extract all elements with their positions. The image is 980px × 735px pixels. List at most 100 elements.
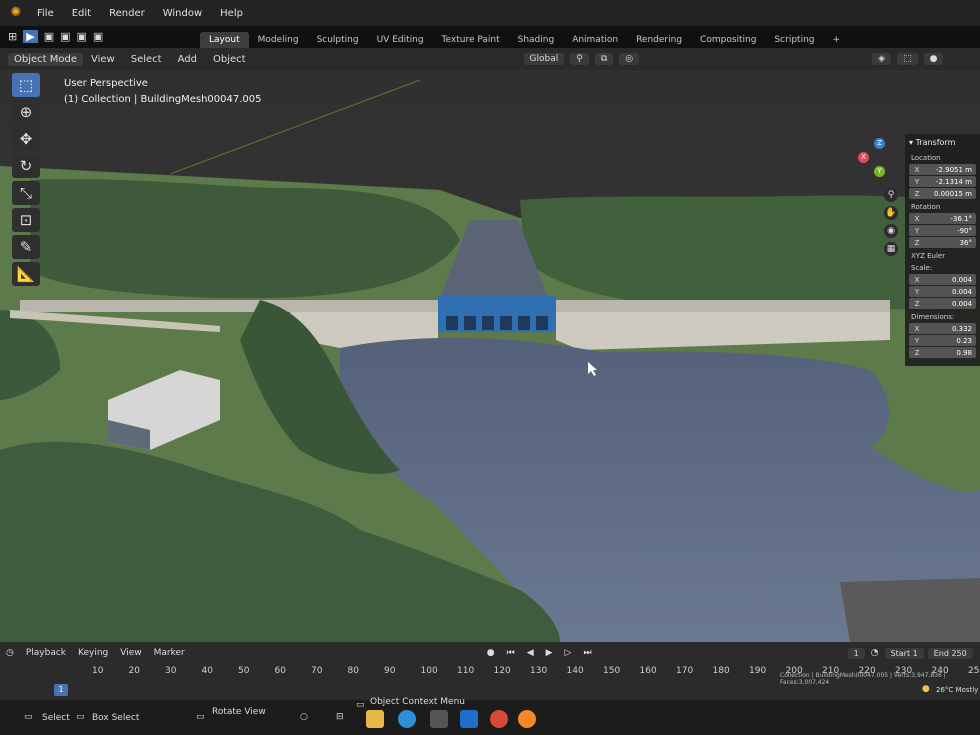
- editor-type-icons: ⊞ ▶ ▣ ▣ ▣ ▣: [8, 30, 103, 43]
- menu-window[interactable]: Window: [154, 8, 211, 19]
- menu-help[interactable]: Help: [211, 8, 252, 19]
- next-keyframe-icon[interactable]: ▷: [559, 648, 578, 658]
- zoom-icon[interactable]: ⚲: [884, 188, 898, 202]
- grid-icon[interactable]: ▦: [884, 242, 898, 256]
- timeline-tick-label: 100: [420, 666, 438, 676]
- measure-icon[interactable]: 📐: [12, 262, 40, 286]
- status-box-select: Box Select: [92, 713, 140, 723]
- gizmo-x-icon[interactable]: X: [858, 152, 869, 163]
- box-select-icon[interactable]: ▣: [44, 30, 54, 43]
- store-icon[interactable]: [430, 710, 448, 728]
- status-context-menu: Object Context Menu: [370, 697, 466, 707]
- scale-x-field[interactable]: X 0.004: [909, 274, 976, 285]
- pan-hand-icon[interactable]: ✋: [884, 206, 898, 220]
- gizmo-z-icon[interactable]: Z: [874, 138, 885, 149]
- rotation-z-field[interactable]: Z 36°: [909, 237, 976, 248]
- scale-icon[interactable]: ⤡: [12, 181, 40, 205]
- prev-keyframe-icon[interactable]: ◀: [521, 648, 540, 658]
- orientation-select[interactable]: Global: [523, 53, 565, 65]
- proportional-icon[interactable]: ◎: [619, 53, 640, 65]
- transform-icon[interactable]: ⊡: [12, 208, 40, 232]
- timeline-tick-label: 150: [603, 666, 621, 676]
- menu-file[interactable]: File: [28, 8, 63, 19]
- annotate-icon[interactable]: ✎: [12, 235, 40, 259]
- task-view-icon[interactable]: ○: [300, 712, 308, 722]
- timeline-menu-marker[interactable]: Marker: [148, 648, 191, 658]
- chrome-icon[interactable]: [490, 710, 508, 728]
- tab-animation[interactable]: Animation: [563, 32, 627, 48]
- location-z-field[interactable]: Z 0.00015 m: [909, 188, 976, 199]
- play-icon[interactable]: ▶: [540, 648, 559, 658]
- header-menu-select[interactable]: Select: [123, 54, 170, 65]
- viewport-gizmo-icon[interactable]: ◈: [872, 53, 892, 65]
- dimensions-x-field[interactable]: X 0.332: [909, 323, 976, 334]
- overlay-icon[interactable]: ⬚: [897, 53, 918, 65]
- mode-select[interactable]: Object Mode: [8, 52, 83, 66]
- timeline-editor-type-icon[interactable]: ◷: [0, 648, 20, 658]
- top-menu-bar: ✺ File Edit Render Window Help: [0, 0, 980, 26]
- header-menu-view[interactable]: View: [83, 54, 123, 65]
- editor-type-icon[interactable]: ⊞: [8, 30, 17, 43]
- camera-icon[interactable]: ◉: [884, 224, 898, 238]
- start-frame-field[interactable]: Start 1: [884, 647, 924, 659]
- current-frame-field[interactable]: 1: [847, 647, 865, 659]
- mail-icon[interactable]: [460, 710, 478, 728]
- record-icon[interactable]: ●: [481, 648, 501, 658]
- dimensions-y-field[interactable]: Y 0.23: [909, 335, 976, 346]
- timeline-playhead[interactable]: 1: [54, 684, 68, 696]
- navigation-gizmo[interactable]: Z X Y: [858, 138, 898, 178]
- tab-uv-editing[interactable]: UV Editing: [368, 32, 433, 48]
- pivot-icon[interactable]: ⚲: [570, 53, 589, 65]
- menu-edit[interactable]: Edit: [63, 8, 100, 19]
- rotation-label: Rotation: [911, 203, 941, 211]
- timeline-menu-view[interactable]: View: [114, 648, 147, 658]
- tab-modeling[interactable]: Modeling: [249, 32, 308, 48]
- location-y-field[interactable]: Y -2.1314 m: [909, 176, 976, 187]
- select-box-icon[interactable]: ⬚: [12, 73, 40, 97]
- tab-compositing[interactable]: Compositing: [691, 32, 765, 48]
- rotation-x-field[interactable]: X -36.1°: [909, 213, 976, 224]
- select-mode-icon[interactable]: ▶: [23, 30, 38, 43]
- add-workspace-icon[interactable]: +: [824, 32, 850, 48]
- end-frame-field[interactable]: End 250: [927, 647, 973, 659]
- jump-end-icon[interactable]: ⏭: [577, 648, 597, 658]
- tab-rendering[interactable]: Rendering: [627, 32, 691, 48]
- timeline-menu-keying[interactable]: Keying: [72, 648, 114, 658]
- 3d-viewport[interactable]: User Perspective (1) Collection | Buildi…: [0, 70, 980, 642]
- move-icon[interactable]: ✥: [12, 127, 40, 151]
- timeline-tick-label: 110: [457, 666, 475, 676]
- tab-sculpting[interactable]: Sculpting: [308, 32, 368, 48]
- rotate-icon[interactable]: ↻: [12, 154, 40, 178]
- scale-y-field[interactable]: Y 0.004: [909, 286, 976, 297]
- rotation-mode-select[interactable]: XYZ Euler: [905, 249, 980, 261]
- dimensions-z-field[interactable]: Z 0.98: [909, 347, 976, 358]
- widgets-icon[interactable]: ⊟: [336, 712, 344, 722]
- location-x-field[interactable]: X -2.9051 m: [909, 164, 976, 175]
- cursor-icon[interactable]: ⊕: [12, 100, 40, 124]
- jump-start-icon[interactable]: ⏮: [501, 648, 521, 658]
- header-menu-object[interactable]: Object: [205, 54, 254, 65]
- edge-browser-icon[interactable]: [398, 710, 416, 728]
- tab-scripting[interactable]: Scripting: [765, 32, 823, 48]
- timeline-tick-label: 60: [274, 666, 286, 676]
- timeline-menu-playback[interactable]: Playback: [20, 648, 72, 658]
- intersect-select-icon[interactable]: ▣: [93, 30, 103, 43]
- snap-icon[interactable]: ⧉: [594, 53, 614, 65]
- menu-render[interactable]: Render: [100, 8, 154, 19]
- blender-logo-icon[interactable]: ✺: [8, 5, 24, 21]
- extend-select-icon[interactable]: ▣: [60, 30, 70, 43]
- file-explorer-icon[interactable]: [366, 710, 384, 728]
- transform-panel-title[interactable]: ▾ Transform: [905, 134, 980, 151]
- tab-texture-paint[interactable]: Texture Paint: [433, 32, 509, 48]
- gizmo-y-icon[interactable]: Y: [874, 166, 885, 177]
- scale-z-field[interactable]: Z 0.004: [909, 298, 976, 309]
- timeline-tick-label: 160: [639, 666, 657, 676]
- header-menu-add[interactable]: Add: [170, 54, 205, 65]
- tab-layout[interactable]: Layout: [200, 32, 249, 48]
- blender-taskbar-icon[interactable]: [518, 710, 536, 728]
- shading-icon[interactable]: ●: [923, 53, 944, 65]
- navigation-buttons: ⚲ ✋ ◉ ▦: [884, 188, 898, 256]
- rotation-y-field[interactable]: Y -90°: [909, 225, 976, 236]
- subtract-select-icon[interactable]: ▣: [77, 30, 87, 43]
- tab-shading[interactable]: Shading: [509, 32, 564, 48]
